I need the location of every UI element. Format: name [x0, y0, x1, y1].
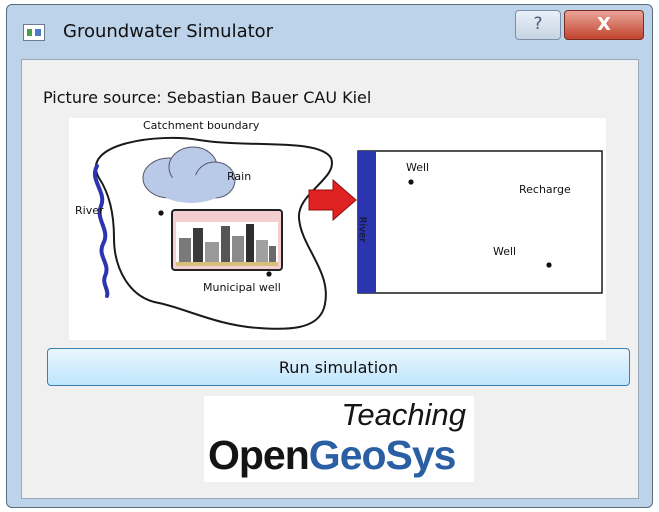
logo-teaching-text: Teaching: [341, 397, 466, 432]
model-well-top-point: [408, 179, 414, 185]
model-well-top-label: Well: [406, 161, 430, 174]
help-button[interactable]: ?: [515, 10, 561, 40]
app-icon: [23, 24, 45, 41]
model-river-label: River: [356, 216, 368, 243]
run-simulation-button[interactable]: Run simulation: [47, 348, 630, 386]
city-icon: [171, 209, 283, 271]
opengeosys-logo: Teaching OpenGeoSys: [204, 396, 474, 482]
catchment-point: [158, 210, 164, 216]
close-icon: X: [597, 14, 611, 35]
title-bar[interactable]: Groundwater Simulator ? X: [7, 5, 652, 55]
logo-opengeosys-text: OpenGeoSys: [208, 432, 456, 479]
river-line: [93, 164, 110, 298]
picture-source-caption: Picture source: Sebastian Bauer CAU Kiel: [43, 88, 372, 107]
river-label: River: [75, 204, 104, 217]
catchment-boundary-label: Catchment boundary: [143, 119, 260, 132]
model-well-bottom-label: Well: [493, 245, 517, 258]
window-title: Groundwater Simulator: [63, 21, 274, 42]
model-domain: [357, 150, 603, 294]
app-window: Groundwater Simulator ? X Picture source…: [6, 4, 653, 508]
model-recharge-label: Recharge: [519, 183, 571, 196]
dialog-body: Picture source: Sebastian Bauer CAU Kiel: [21, 59, 639, 499]
rain-label: Rain: [227, 170, 252, 183]
rain-cloud-icon: [142, 146, 236, 203]
help-icon: ?: [533, 14, 543, 34]
logo-geosys-text: GeoSys: [308, 432, 457, 478]
groundwater-figure: Catchment boundary River Rain Municipal …: [69, 118, 606, 340]
municipal-well-label: Municipal well: [203, 281, 281, 294]
logo-open-text: Open: [208, 432, 310, 478]
municipal-well-point: [266, 271, 272, 277]
close-button[interactable]: X: [564, 10, 644, 40]
model-well-bottom-point: [546, 262, 552, 268]
